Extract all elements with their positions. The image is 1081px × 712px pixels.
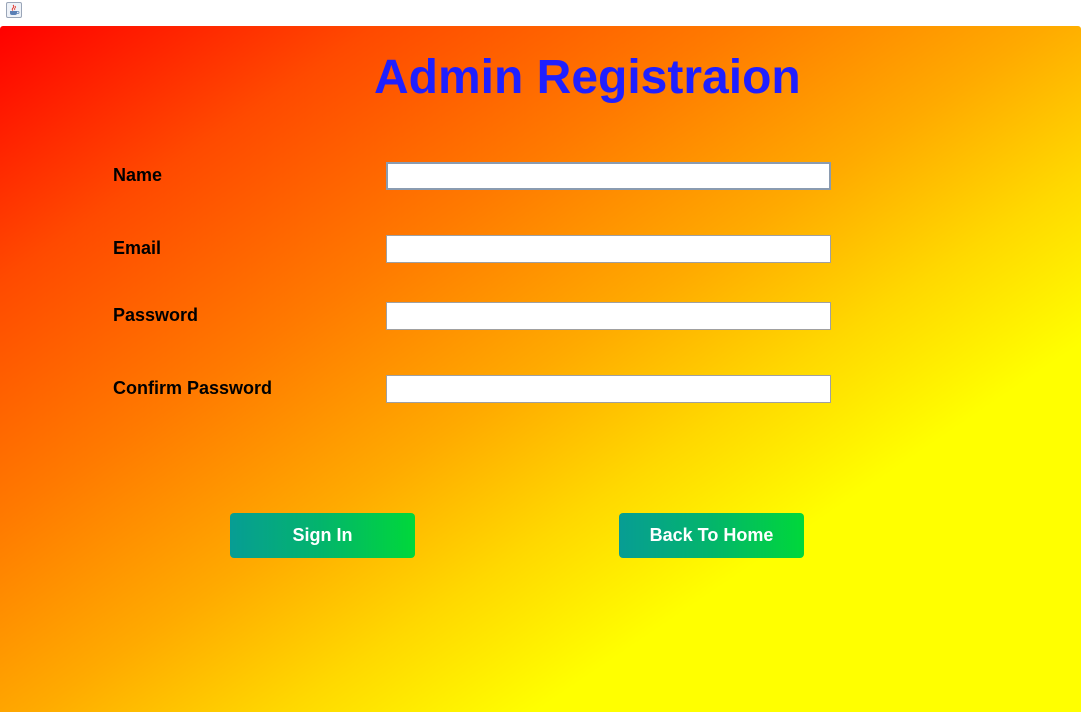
name-field[interactable] (386, 162, 831, 190)
email-label: Email (113, 238, 162, 258)
confirm-password-field[interactable] (386, 375, 831, 403)
window-titlebar (0, 0, 1081, 26)
email-field[interactable] (386, 235, 831, 263)
name-label: Name (113, 165, 163, 185)
registration-panel: Admin Registraion Name Email Password Co… (0, 26, 1081, 712)
password-label: Password (113, 305, 199, 325)
sign-in-button[interactable]: Sign In (230, 513, 415, 558)
password-field[interactable] (386, 302, 831, 330)
confirm-password-label: Confirm Password (113, 378, 273, 398)
page-title: Admin Registraion (374, 51, 801, 104)
back-to-home-button[interactable]: Back To Home (619, 513, 804, 558)
java-coffee-cup-icon (6, 2, 22, 18)
